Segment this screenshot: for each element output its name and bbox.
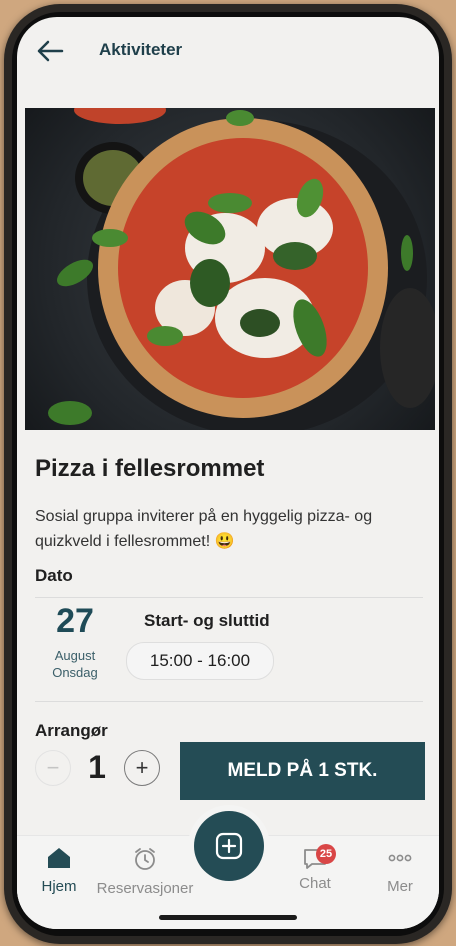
back-button[interactable] [31,33,69,69]
pizza-illustration [48,108,435,430]
event-weekday: Onsdag [52,665,98,680]
top-bar: Aktiviteter [17,17,439,107]
decrease-quantity-button[interactable]: − [35,750,71,786]
tab-home[interactable]: Hjem [33,846,85,895]
plus-square-icon [215,832,243,860]
quantity-value: 1 [88,749,106,785]
time-range-pill: 15:00 - 16:00 [126,642,274,680]
event-description: Sosial gruppa inviterer på en hyggelig p… [35,508,373,550]
organizer-label: Arrangør [35,721,108,740]
add-button[interactable] [194,811,264,881]
arrow-left-icon [37,40,64,62]
tab-more[interactable]: Mer [378,846,422,895]
home-icon [48,848,70,868]
event-image [25,108,435,430]
alarm-clock-icon [135,848,155,870]
minus-icon: − [46,755,60,780]
tab-chat[interactable]: 25 Chat [291,844,339,892]
date-label: Dato [35,566,73,585]
plus-icon: + [135,755,149,780]
page-title: Aktiviteter [99,40,183,59]
more-dots-icon [388,854,412,862]
tab-label: Reservasjoner [96,880,194,897]
divider [35,701,423,702]
time-title: Start- og sluttid [144,611,270,630]
sign-up-button[interactable]: MELD PÅ 1 STK. [180,742,425,800]
event-month: August [54,648,96,663]
event-day: 27 [56,602,94,640]
tab-label: Chat [299,875,331,892]
chat-badge: 25 [316,844,336,864]
increase-quantity-button[interactable]: + [124,750,160,786]
app-screen: Aktiviteter Pizza i fellesrommet Sosial … [17,17,439,929]
tab-reservations[interactable]: Reservasjoner [89,846,201,897]
divider [35,597,423,598]
event-title: Pizza i fellesrommet [35,455,265,482]
tab-label: Hjem [41,878,77,895]
tab-label: Mer [387,878,413,895]
home-indicator[interactable] [159,915,297,920]
